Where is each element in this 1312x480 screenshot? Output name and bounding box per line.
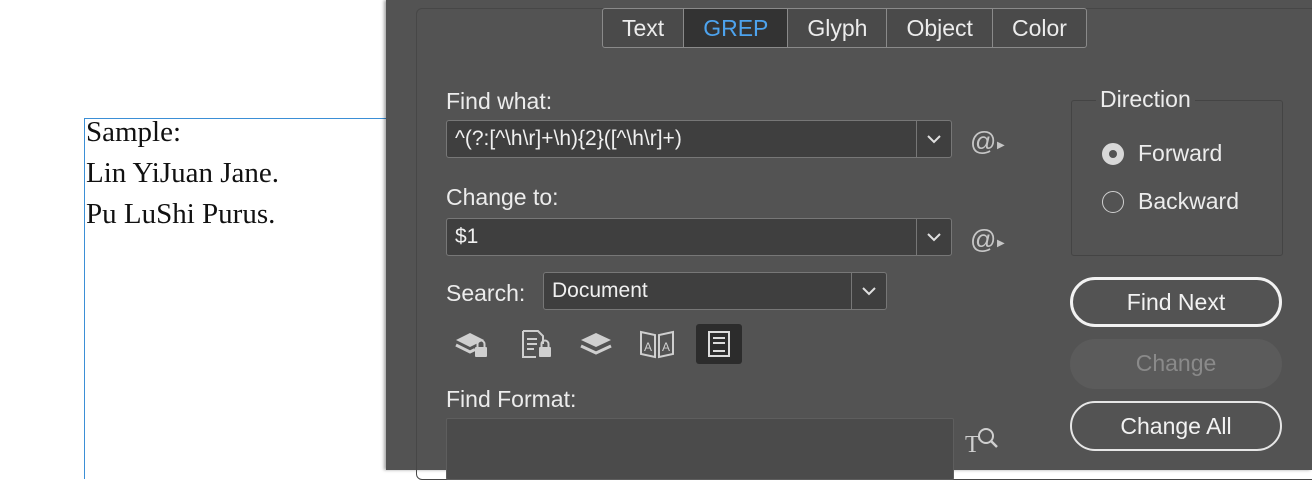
find-next-button[interactable]: Find Next bbox=[1070, 277, 1282, 327]
find-change-dialog: Text GREP Glyph Object Color Find what: … bbox=[386, 0, 1312, 480]
find-what-input[interactable] bbox=[447, 121, 915, 157]
tab-glyph[interactable]: Glyph bbox=[788, 9, 888, 47]
tab-color[interactable]: Color bbox=[993, 9, 1086, 47]
special-characters-find-icon[interactable]: @ ▶ bbox=[970, 126, 1005, 157]
change-to-field bbox=[446, 218, 952, 256]
specify-format-icon[interactable]: T bbox=[964, 424, 1000, 461]
include-locked-layers-icon[interactable] bbox=[449, 324, 495, 364]
include-footnotes-icon[interactable] bbox=[696, 324, 742, 364]
tab-text[interactable]: Text bbox=[603, 9, 685, 47]
include-master-pages-icon[interactable]: A A bbox=[634, 324, 680, 364]
change-to-input[interactable] bbox=[447, 219, 915, 255]
tab-grep[interactable]: GREP bbox=[684, 9, 789, 47]
radio-backward-label: Backward bbox=[1138, 188, 1239, 214]
include-locked-stories-icon[interactable] bbox=[513, 324, 559, 364]
change-to-dropdown[interactable] bbox=[916, 219, 951, 255]
radio-forward[interactable]: Forward bbox=[1102, 140, 1222, 167]
svg-text:A: A bbox=[644, 340, 652, 354]
find-format-box[interactable] bbox=[446, 418, 954, 480]
radio-unselected-icon bbox=[1102, 190, 1124, 213]
search-scope-value[interactable] bbox=[544, 273, 850, 309]
chevron-down-icon bbox=[927, 232, 941, 241]
direction-legend: Direction bbox=[1096, 86, 1195, 113]
change-all-button[interactable]: Change All bbox=[1070, 401, 1282, 451]
search-scope-dropdown[interactable] bbox=[851, 273, 886, 309]
chevron-down-icon bbox=[862, 286, 876, 295]
search-type-tabs: Text GREP Glyph Object Color bbox=[602, 8, 1087, 48]
radio-selected-icon bbox=[1102, 142, 1124, 165]
text-line: Sample: bbox=[86, 116, 182, 148]
radio-backward[interactable]: Backward bbox=[1102, 188, 1239, 215]
radio-forward-label: Forward bbox=[1138, 140, 1223, 166]
find-what-field bbox=[446, 120, 952, 158]
svg-text:T: T bbox=[965, 432, 980, 456]
change-to-label: Change to: bbox=[446, 184, 559, 210]
search-label: Search: bbox=[446, 280, 526, 306]
text-line: Lin YiJuan Jane. bbox=[86, 157, 280, 189]
change-button[interactable]: Change bbox=[1070, 339, 1282, 389]
include-hidden-layers-icon[interactable] bbox=[573, 324, 619, 364]
document-canvas: Sample: Lin YiJuan Jane. Pu LuShi Purus. bbox=[0, 0, 405, 479]
direction-group bbox=[1071, 100, 1283, 256]
search-scope-select[interactable] bbox=[543, 272, 887, 310]
special-characters-change-icon[interactable]: @ ▶ bbox=[970, 224, 1005, 255]
chevron-down-icon bbox=[927, 134, 941, 143]
svg-text:A: A bbox=[662, 340, 670, 354]
find-what-dropdown[interactable] bbox=[916, 121, 951, 157]
tab-object[interactable]: Object bbox=[887, 9, 993, 47]
text-line: Pu LuShi Purus. bbox=[86, 198, 276, 230]
find-format-label: Find Format: bbox=[446, 386, 577, 412]
find-what-label: Find what: bbox=[446, 88, 553, 114]
